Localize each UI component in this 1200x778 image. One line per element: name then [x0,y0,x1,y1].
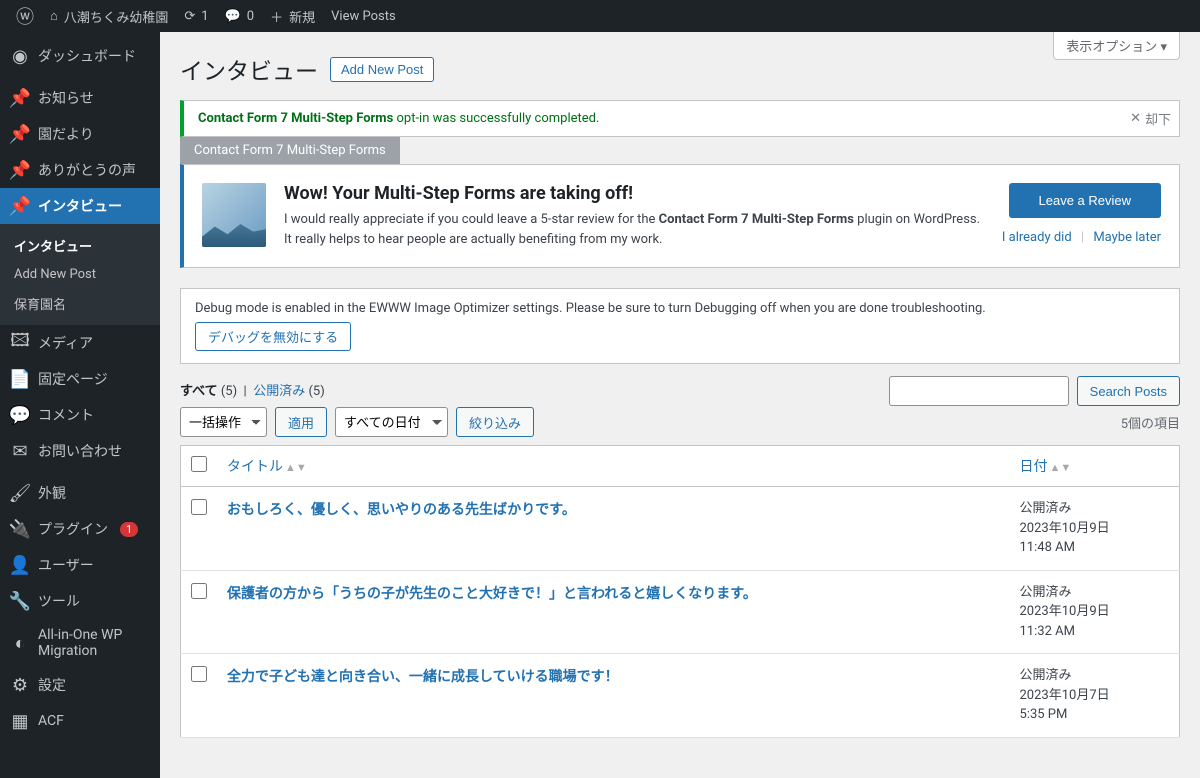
dashboard-icon: ◉ [10,46,30,66]
submenu-add-new[interactable]: Add New Post [0,261,160,288]
user-icon: 👤 [10,555,30,575]
wrench-icon: 🔧 [10,591,30,611]
main-content: 表示オプション ▾ インタビュー Add New Post Contact Fo… [160,32,1200,778]
menu-comments[interactable]: 💬コメント [0,397,160,433]
admin-sidebar: ◉ダッシュボード 📌お知らせ 📌園だより 📌ありがとうの声 📌インタビュー イン… [0,32,160,778]
column-title[interactable]: タイトル▲▼ [217,446,1010,487]
new-content-link[interactable]: ＋新規 [262,0,323,32]
review-text: I would really appreciate if you could l… [284,210,984,249]
post-title-link[interactable]: おもしろく、優しく、思いやりのある先生ばかりです。 [227,502,576,518]
plugin-tag-label: Contact Form 7 Multi-Step Forms [180,137,400,164]
pin-icon: 📌 [10,88,30,108]
submenu-interview: インタビュー Add New Post 保育園名 [0,224,160,325]
filter-button[interactable]: 絞り込み [456,407,534,437]
apply-button[interactable]: 適用 [275,407,327,437]
success-notice: Contact Form 7 Multi-Step Forms opt-in w… [180,100,1180,137]
add-new-button[interactable]: Add New Post [330,57,434,82]
chevron-down-icon: ▾ [1160,40,1167,55]
post-date: 公開済み2023年10月9日11:48 AM [1010,487,1180,571]
menu-users[interactable]: 👤ユーザー [0,547,160,583]
items-count: 5個の項目 [1121,413,1180,432]
column-date[interactable]: 日付▲▼ [1010,446,1180,487]
pin-icon: 📌 [10,124,30,144]
review-heading: Wow! Your Multi-Step Forms are taking of… [284,183,984,204]
menu-acf[interactable]: ▦ACF [0,703,160,739]
close-icon: ✕ [1130,111,1141,126]
disable-debug-button[interactable]: デバッグを無効にする [195,322,351,351]
select-all-checkbox[interactable] [191,456,207,472]
media-icon: 🖾 [10,333,30,353]
screen-options-button[interactable]: 表示オプション ▾ [1053,32,1180,60]
review-thumbnail [202,183,266,247]
sort-icon: ▲▼ [1050,461,1072,474]
row-checkbox[interactable] [191,499,207,515]
menu-appearance[interactable]: 🖌外観 [0,475,160,511]
debug-text: Debug mode is enabled in the EWWW Image … [195,301,1165,316]
table-row: 保護者の方から「うちの子が先生のこと大好きで！」と言われると嬉しくなります。 公… [181,570,1180,654]
site-name-link[interactable]: ⌂八潮ちくみ幼稚園 [42,0,176,32]
home-icon: ⌂ [50,8,58,24]
submenu-nursery-name[interactable]: 保育園名 [0,288,160,319]
menu-dashboard[interactable]: ◉ダッシュボード [0,38,160,74]
menu-thanks[interactable]: 📌ありがとうの声 [0,152,160,188]
migration-icon: ◐ [10,633,30,653]
filter-all[interactable]: すべて [180,384,218,399]
sort-icon: ▲▼ [285,461,307,474]
view-posts-link[interactable]: View Posts [323,0,404,32]
menu-plugins[interactable]: 🔌プラグイン1 [0,511,160,547]
review-request-box: Wow! Your Multi-Step Forms are taking of… [180,164,1180,268]
menu-newsletter[interactable]: 📌園だより [0,116,160,152]
row-checkbox[interactable] [191,583,207,599]
maybe-later-link[interactable]: Maybe later [1093,230,1161,245]
comment-icon: 💬 [10,405,30,425]
pin-icon: 📌 [10,196,30,216]
post-date: 公開済み2023年10月7日5:35 PM [1010,654,1180,738]
posts-table: タイトル▲▼ 日付▲▼ おもしろく、優しく、思いやりのある先生ばかりです。 公開… [180,445,1180,738]
already-did-link[interactable]: I already did [1002,230,1072,245]
plugin-update-badge: 1 [120,522,138,537]
debug-notice: Debug mode is enabled in the EWWW Image … [180,288,1180,364]
plus-icon: ＋ [270,7,283,26]
mail-icon: ✉ [10,441,30,461]
menu-tools[interactable]: 🔧ツール [0,583,160,619]
pin-icon: 📌 [10,160,30,180]
table-row: 全力で子ども達と向き合い、一緒に成長していける職場です！ 公開済み2023年10… [181,654,1180,738]
row-checkbox[interactable] [191,666,207,682]
settings-icon: ⚙ [10,675,30,695]
acf-icon: ▦ [10,711,30,731]
updates-link[interactable]: ⟳1 [176,0,216,32]
menu-interview[interactable]: 📌インタビュー [0,188,160,224]
plug-icon: 🔌 [10,519,30,539]
wp-logo[interactable]: ⓦ [8,0,42,32]
post-date: 公開済み2023年10月9日11:32 AM [1010,570,1180,654]
comment-icon: 💬 [225,9,241,24]
refresh-icon: ⟳ [184,9,195,24]
submenu-interview-list[interactable]: インタビュー [0,230,160,261]
post-title-link[interactable]: 全力で子ども達と向き合い、一緒に成長していける職場です！ [227,669,619,685]
search-button[interactable]: Search Posts [1077,376,1180,406]
menu-aio-migration[interactable]: ◐All-in-One WP Migration [0,619,160,667]
date-filter-select[interactable]: すべての日付 [335,407,448,437]
brush-icon: 🖌 [10,483,30,503]
post-title-link[interactable]: 保護者の方から「うちの子が先生のこと大好きで！」と言われると嬉しくなります。 [227,586,757,602]
page-title: インタビュー [180,52,318,86]
leave-review-button[interactable]: Leave a Review [1009,183,1162,218]
menu-settings[interactable]: ⚙設定 [0,667,160,703]
search-input[interactable] [889,376,1069,406]
menu-contact[interactable]: ✉お問い合わせ [0,433,160,469]
menu-media[interactable]: 🖾メディア [0,325,160,361]
admin-bar: ⓦ ⌂八潮ちくみ幼稚園 ⟳1 💬0 ＋新規 View Posts [0,0,1200,32]
menu-news[interactable]: 📌お知らせ [0,80,160,116]
page-icon: 📄 [10,369,30,389]
filter-published[interactable]: 公開済み [253,384,305,399]
comments-link[interactable]: 💬0 [217,0,263,32]
table-row: おもしろく、優しく、思いやりのある先生ばかりです。 公開済み2023年10月9日… [181,487,1180,571]
bulk-action-select[interactable]: 一括操作 [180,407,267,437]
dismiss-notice-button[interactable]: ✕却下 [1130,109,1171,128]
menu-pages[interactable]: 📄固定ページ [0,361,160,397]
